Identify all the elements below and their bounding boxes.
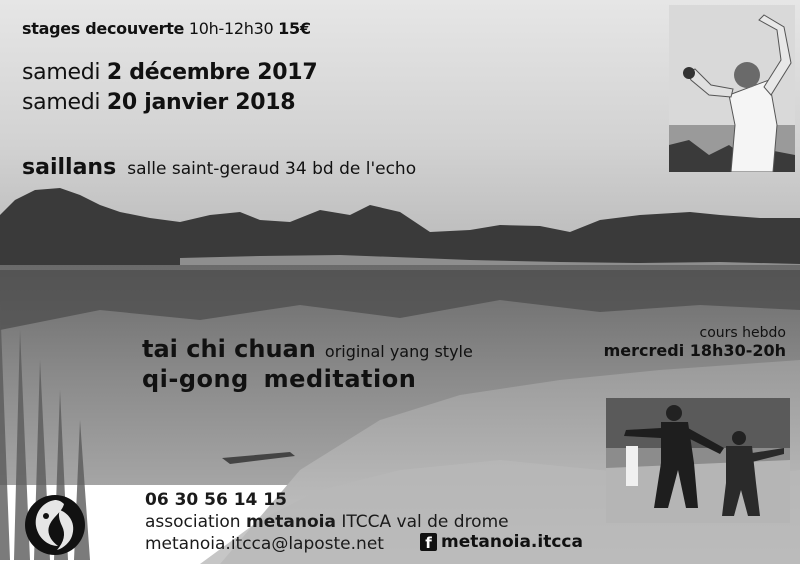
date-2: samedi 20 janvier 2018 bbox=[22, 90, 296, 115]
association-line: association metanoia ITCCA val de drome bbox=[145, 512, 509, 532]
association-name: metanoia bbox=[246, 512, 336, 532]
date-2-value: 20 janvier 2018 bbox=[106, 90, 296, 115]
tai-chi-heading: tai chi chuan original yang style bbox=[142, 335, 473, 363]
location-town: saillans bbox=[22, 155, 117, 180]
stages-price: 15€ bbox=[278, 19, 311, 38]
phone-number[interactable]: 06 30 56 14 15 bbox=[145, 490, 287, 510]
teacher-photo bbox=[669, 5, 795, 172]
tai-chi-style: original yang style bbox=[324, 342, 473, 361]
association-suffix: ITCCA val de drome bbox=[341, 512, 509, 532]
date-1: samedi 2 décembre 2017 bbox=[22, 60, 318, 85]
facebook-icon: f bbox=[420, 533, 437, 552]
stages-time: 10h-12h30 bbox=[188, 19, 274, 38]
date-1-value: 2 décembre 2017 bbox=[106, 60, 318, 85]
location: saillans salle saint-geraud 34 bd de l'e… bbox=[22, 155, 416, 180]
group-practice-photo bbox=[606, 398, 790, 523]
qigong-heading: qi-gong meditation bbox=[142, 365, 417, 393]
weekly-label: cours hebdo bbox=[699, 325, 786, 341]
tai-chi-title: tai chi chuan bbox=[142, 335, 316, 363]
yin-yang-logo bbox=[25, 495, 85, 555]
facebook-link[interactable]: f metanoia.itcca bbox=[420, 532, 583, 552]
stages-info: stages decouverte 10h-12h30 15€ bbox=[22, 19, 311, 38]
association-prefix: association bbox=[145, 512, 241, 532]
date-2-prefix: samedi bbox=[22, 90, 101, 115]
weekly-schedule: mercredi 18h30-20h bbox=[603, 341, 786, 360]
email-link[interactable]: metanoia.itcca@laposte.net bbox=[145, 534, 384, 554]
location-address: salle saint-geraud 34 bd de l'echo bbox=[127, 159, 417, 179]
date-1-prefix: samedi bbox=[22, 60, 101, 85]
facebook-handle: metanoia.itcca bbox=[441, 532, 583, 552]
stages-label: stages decouverte bbox=[22, 19, 185, 38]
